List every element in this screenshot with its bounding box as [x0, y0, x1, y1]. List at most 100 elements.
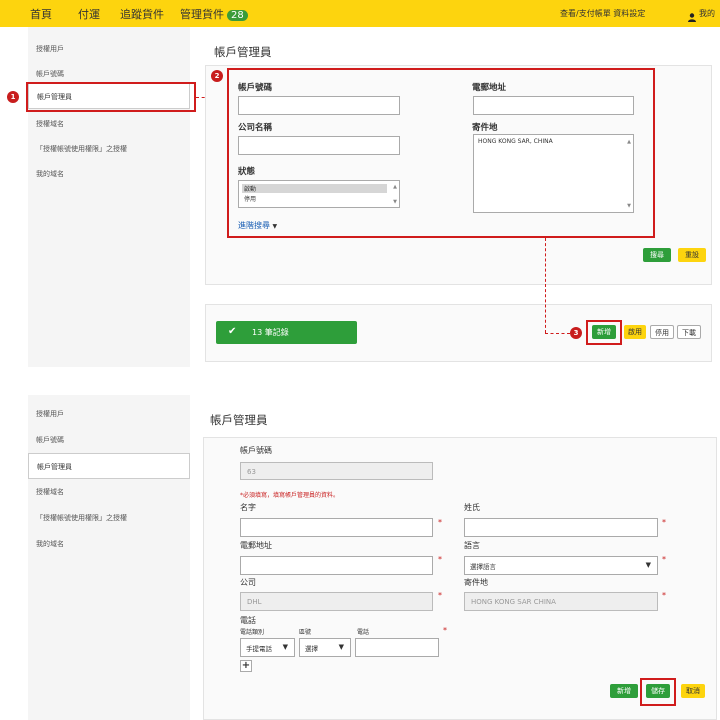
nav-manage-label: 管理貨件	[180, 8, 224, 21]
nav-track[interactable]: 追蹤貨件	[120, 6, 164, 22]
record-count-text: 13 筆記錄	[252, 328, 289, 337]
required-star: *	[662, 518, 666, 527]
download-button[interactable]: 下載	[677, 325, 701, 339]
company-name-input[interactable]	[238, 136, 400, 155]
step-marker-1: 1	[7, 91, 19, 103]
step-marker-2: 2	[211, 70, 223, 82]
ship-from-label: 寄件地	[472, 123, 498, 133]
count-badge: 28	[227, 10, 248, 21]
user-label[interactable]: 我的	[699, 8, 715, 19]
search-button[interactable]: 搜尋	[643, 248, 671, 262]
chevron-down-icon: ▼	[338, 643, 344, 651]
form-email-input[interactable]	[240, 556, 433, 575]
area-code-value: 選擇	[305, 645, 318, 653]
required-star: *	[443, 626, 447, 635]
form-email-label: 電郵地址	[240, 541, 272, 550]
add-phone-button[interactable]: +	[240, 660, 252, 672]
form-ship-from-label: 寄件地	[464, 578, 488, 587]
sidebar-item-my-domains[interactable]: 我的域名	[36, 169, 64, 179]
required-star: *	[662, 591, 666, 600]
step-marker-3: 3	[570, 327, 582, 339]
sidebar-top: 授權用戶 帳戶號碼 帳戶管理員 授權域名 「授權帳號使用權限」之授權 我的域名	[28, 27, 190, 367]
first-name-label: 名字	[240, 503, 256, 512]
advanced-search-label: 進階搜尋	[238, 221, 270, 230]
sidebar-item-account-permission[interactable]: 「授權帳號使用權限」之授權	[36, 144, 127, 154]
form-ship-from-input: HONG KONG SAR CHINA	[464, 592, 658, 611]
form-account-input: 63	[240, 462, 433, 480]
form-ship-from-value: HONG KONG SAR CHINA	[471, 598, 556, 606]
language-select[interactable]: 選擇語言 ▼	[464, 556, 658, 575]
required-star: *	[438, 518, 442, 527]
advanced-search-link[interactable]: 進階搜尋 ▼	[238, 220, 277, 231]
phone-type-label: 電話類別	[240, 629, 265, 636]
sidebar-item-account-numbers-2[interactable]: 帳戶號碼	[36, 435, 64, 445]
form-account-value: 63	[247, 468, 256, 476]
record-count-banner: ✔ 13 筆記錄	[216, 321, 357, 344]
chevron-down-icon: ▼	[282, 643, 288, 651]
account-number-label: 帳戶號碼	[238, 83, 273, 93]
scroll-up-icon[interactable]: ▲	[627, 139, 631, 145]
status-option-active: 啟動	[244, 186, 257, 193]
email-input[interactable]	[473, 96, 634, 115]
form-company-input: DHL	[240, 592, 433, 611]
nav-ship[interactable]: 付運	[78, 6, 100, 22]
phone-label: 電話	[240, 616, 256, 625]
status-scroll-down-icon[interactable]: ▼	[393, 199, 397, 205]
screenshot-composite: 首頁 付運 追蹤貨件 管理貨件 28 查看/支付帳單 資料設定 我的 授權用戶 帳…	[0, 0, 720, 720]
user-icon[interactable]	[688, 7, 696, 22]
sidebar-item-account-permission-2[interactable]: 「授權帳號使用權限」之授權	[36, 513, 127, 523]
caret-down-icon: ▼	[272, 223, 278, 230]
form-company-label: 公司	[240, 578, 256, 587]
chevron-down-icon: ▼	[645, 561, 651, 569]
sidebar-item-authorized-domains[interactable]: 授權域名	[36, 119, 64, 129]
status-list[interactable]: 啟動 停用 ▲ ▼	[238, 180, 400, 208]
sidebar-item-account-admin-2[interactable]: 帳戶管理員	[28, 453, 190, 479]
company-name-label: 公司名稱	[238, 123, 273, 133]
sidebar-item-authorized-domains-2[interactable]: 授權域名	[36, 487, 64, 497]
ship-from-option[interactable]: HONG KONG SAR, CHINA	[478, 138, 553, 145]
area-code-select[interactable]: 選擇 ▼	[299, 638, 351, 657]
cancel-button[interactable]: 取消	[681, 684, 705, 698]
sidebar-item-my-domains-2[interactable]: 我的域名	[36, 539, 64, 549]
required-star: *	[662, 555, 666, 564]
save-button[interactable]: 儲存	[646, 684, 670, 698]
reset-button[interactable]: 重設	[678, 248, 706, 262]
sidebar-item-account-numbers[interactable]: 帳戶號碼	[36, 69, 64, 79]
screenshot-gap	[0, 367, 720, 394]
status-option-selected[interactable]: 啟動	[242, 184, 387, 193]
status-scroll-up-icon[interactable]: ▲	[393, 184, 397, 190]
sidebar-item-account-admin-label-2: 帳戶管理員	[37, 463, 72, 471]
phone-type-value: 手提電話	[246, 645, 272, 653]
form-new-button[interactable]: 新增	[610, 684, 638, 698]
page-title-bottom: 帳戶管理員	[210, 413, 268, 427]
new-button-top[interactable]: 新增	[592, 325, 616, 339]
nav-home[interactable]: 首頁	[30, 6, 52, 22]
phone-number-input[interactable]	[355, 638, 439, 657]
sidebar-item-authorized-users-2[interactable]: 授權用戶	[36, 409, 64, 419]
ship-from-list[interactable]: HONG KONG SAR, CHINA ▲ ▼	[473, 134, 634, 213]
sidebar-bottom: 授權用戶 帳戶號碼 帳戶管理員 授權域名 「授權帳號使用權限」之授權 我的域名	[28, 395, 190, 720]
required-note: *必須填寫，填寫帳戶管理員的資料。	[240, 492, 340, 499]
language-select-value: 選擇語言	[470, 563, 496, 571]
required-star: *	[438, 591, 442, 600]
first-name-input[interactable]	[240, 518, 433, 537]
required-star: *	[438, 555, 442, 564]
scroll-down-icon[interactable]: ▼	[627, 203, 631, 209]
phone-type-select[interactable]: 手提電話 ▼	[240, 638, 295, 657]
language-label: 語言	[464, 541, 480, 550]
page-title-top: 帳戶管理員	[214, 45, 272, 59]
highlight-box-1	[26, 82, 196, 112]
check-icon: ✔	[228, 326, 237, 337]
status-option-disabled[interactable]: 停用	[244, 194, 256, 203]
form-account-label: 帳戶號碼	[240, 446, 272, 455]
top-right-links[interactable]: 查看/支付帳單 資料設定	[560, 8, 645, 19]
disable-button[interactable]: 停用	[650, 325, 674, 339]
status-label: 狀態	[238, 167, 256, 177]
email-label: 電郵地址	[472, 83, 507, 93]
sidebar-item-authorized-users[interactable]: 授權用戶	[36, 44, 64, 54]
nav-manage[interactable]: 管理貨件 28	[180, 6, 248, 22]
enable-button[interactable]: 啟用	[624, 325, 646, 339]
account-number-input[interactable]	[238, 96, 400, 115]
phone-number-label: 電話	[357, 629, 370, 636]
last-name-input[interactable]	[464, 518, 658, 537]
